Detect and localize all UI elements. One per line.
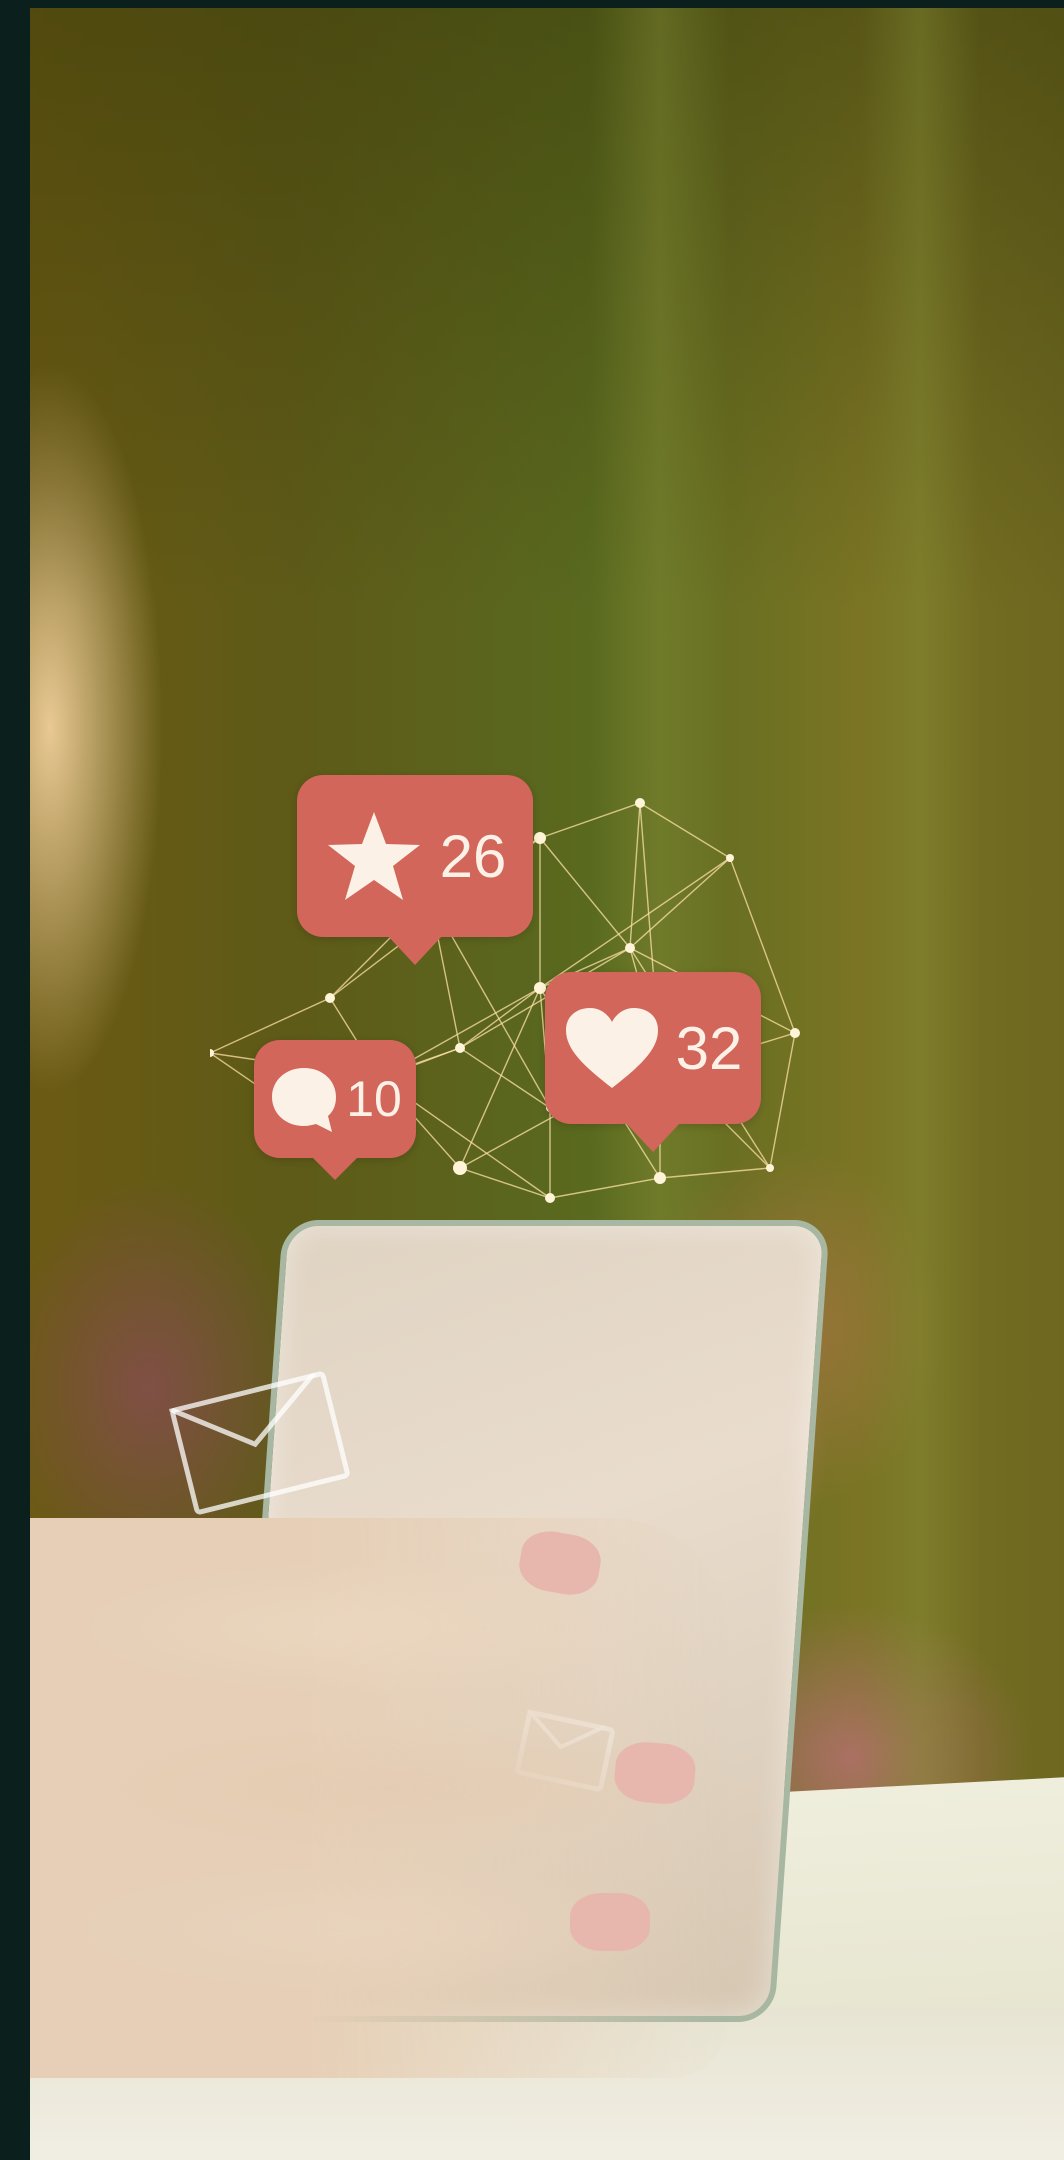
star-rating-badge: 26 [297, 775, 533, 937]
likes-badge: 32 [545, 972, 761, 1124]
comments-count: 10 [346, 1071, 402, 1127]
fingernail [515, 1526, 605, 1600]
fingernail [570, 1893, 650, 1951]
fingernail [612, 1739, 698, 1807]
comment-icon [272, 1068, 337, 1132]
heart-icon [565, 1008, 658, 1088]
comments-badge: 10 [254, 1040, 416, 1158]
image-frame: 26 32 10 [0, 0, 1064, 2160]
star-icon [327, 812, 420, 900]
likes-count: 32 [675, 1014, 743, 1082]
star-count: 26 [439, 822, 507, 890]
hand [30, 1518, 730, 2078]
